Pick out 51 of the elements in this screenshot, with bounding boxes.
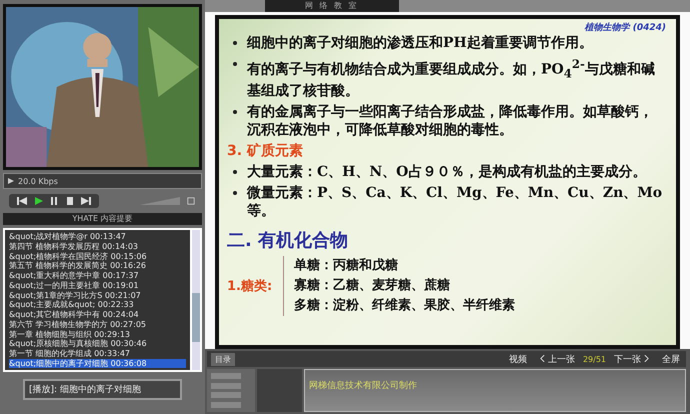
chevron-right-icon: [644, 354, 649, 362]
window-icon[interactable]: [186, 197, 196, 205]
group-label: 1.糖类:: [227, 278, 274, 296]
chapter-item[interactable]: &quot;第1章的学习比方S 00:21:07: [9, 290, 186, 300]
bullet-icon: [233, 170, 237, 174]
pause-icon[interactable]: [49, 197, 59, 205]
chapter-item[interactable]: &quot;细胞中的离子对细胞 00:36:08: [9, 358, 186, 368]
bullet-icon: [233, 110, 237, 114]
bullet-text: 微量元素：P、S、Ca、K、Cl、Mg、Fe、Mn、Cu、Zn、Mo等。: [247, 184, 664, 220]
now-playing: [播放]: 细胞中的离子对细胞: [23, 379, 182, 400]
window-title: 网 络 教 室: [265, 0, 399, 12]
chapter-item[interactable]: &quot;植物科学在国民经济 00:15:06: [9, 252, 186, 261]
sugar-line: 寡糖：乙糖、麦芽糖、蔗糖: [294, 276, 451, 296]
course-logo: 植物生物学 (0424): [584, 21, 666, 34]
subheading: 3. 矿质元素: [227, 142, 304, 160]
video-button[interactable]: 视频: [506, 352, 529, 366]
sugar-line: 单糖：丙糖和戊糖: [294, 256, 399, 276]
sugar-line: 多糖：淀粉、纤维素、果胶、半纤维素: [294, 296, 515, 316]
previous-icon[interactable]: [17, 197, 27, 205]
chapter-item[interactable]: &quot;过一的用主要社章 00:19:01: [9, 280, 186, 290]
chapter-item[interactable]: &quot;重大科的意学中章 00:17:37: [9, 271, 186, 280]
panel-tab[interactable]: 目录: [211, 352, 235, 366]
bullet-icon: [233, 62, 237, 66]
chapter-item[interactable]: 第六节 学习植物生物学的方 00:27:05: [9, 320, 186, 329]
fullscreen-button[interactable]: 全屏: [660, 352, 682, 366]
chapter-item[interactable]: &quot;战对植物学@r 00:13:47: [9, 232, 186, 241]
chapter-item[interactable]: 第一节 细胞的化学组成 00:33:47: [9, 349, 186, 358]
chapter-item[interactable]: &quot;其它植物科学中有 00:24:04: [9, 310, 186, 320]
stream-status: 20.0 Kbps: [3, 173, 202, 189]
bullet-text: 大量元素：C、H、N、O占９０％，是构成有机盐的主要成分。: [247, 163, 646, 182]
chapter-item[interactable]: 第四节 植物科学发展历程 00:14:03: [9, 242, 186, 251]
stop-icon[interactable]: [65, 197, 75, 205]
bullet-text: 细胞中的离子对细胞的渗透压和PH起着重要调节作用。: [247, 34, 593, 52]
chapter-item[interactable]: &quot;主要成就&quot; 00:22:33: [9, 300, 186, 310]
next-icon[interactable]: [81, 197, 91, 205]
chapter-item[interactable]: 第一章 植物细胞与组织 00:29:13: [9, 330, 186, 339]
bullet-text: 有的离子与有机物结合成为重要组成成分。如，PO$_{4}$$^{2-}$与戊糖和碱基组成了核苷酸。: [247, 56, 656, 100]
credit-text: 网梯信息技术有限公司制作: [309, 381, 417, 391]
page-counter: 29/51: [582, 354, 606, 364]
chevron-left-icon: [540, 354, 545, 362]
play-icon[interactable]: [33, 197, 43, 205]
chapter-item[interactable]: &quot;原核细胞与真核细胞 00:30:46: [9, 339, 186, 348]
scrollbar[interactable]: [192, 230, 200, 370]
bullet-text: 有的金属离子与一些阳离子结合形成盐，降低毒作用。如草酸钙，沉积在液泡中，可降低草酸对细胞的毒性。: [247, 103, 654, 140]
previous-button[interactable]: 上一张: [534, 352, 577, 366]
bullet-icon: [233, 191, 237, 196]
chapter-item[interactable]: 第五节 植物科学的发展简史 00:16:26: [9, 261, 186, 270]
play-icon: [8, 178, 14, 184]
bullet-icon: [233, 41, 237, 45]
section-heading: 二. 有机化合物: [227, 229, 350, 252]
next-button[interactable]: 下一张: [612, 352, 654, 366]
